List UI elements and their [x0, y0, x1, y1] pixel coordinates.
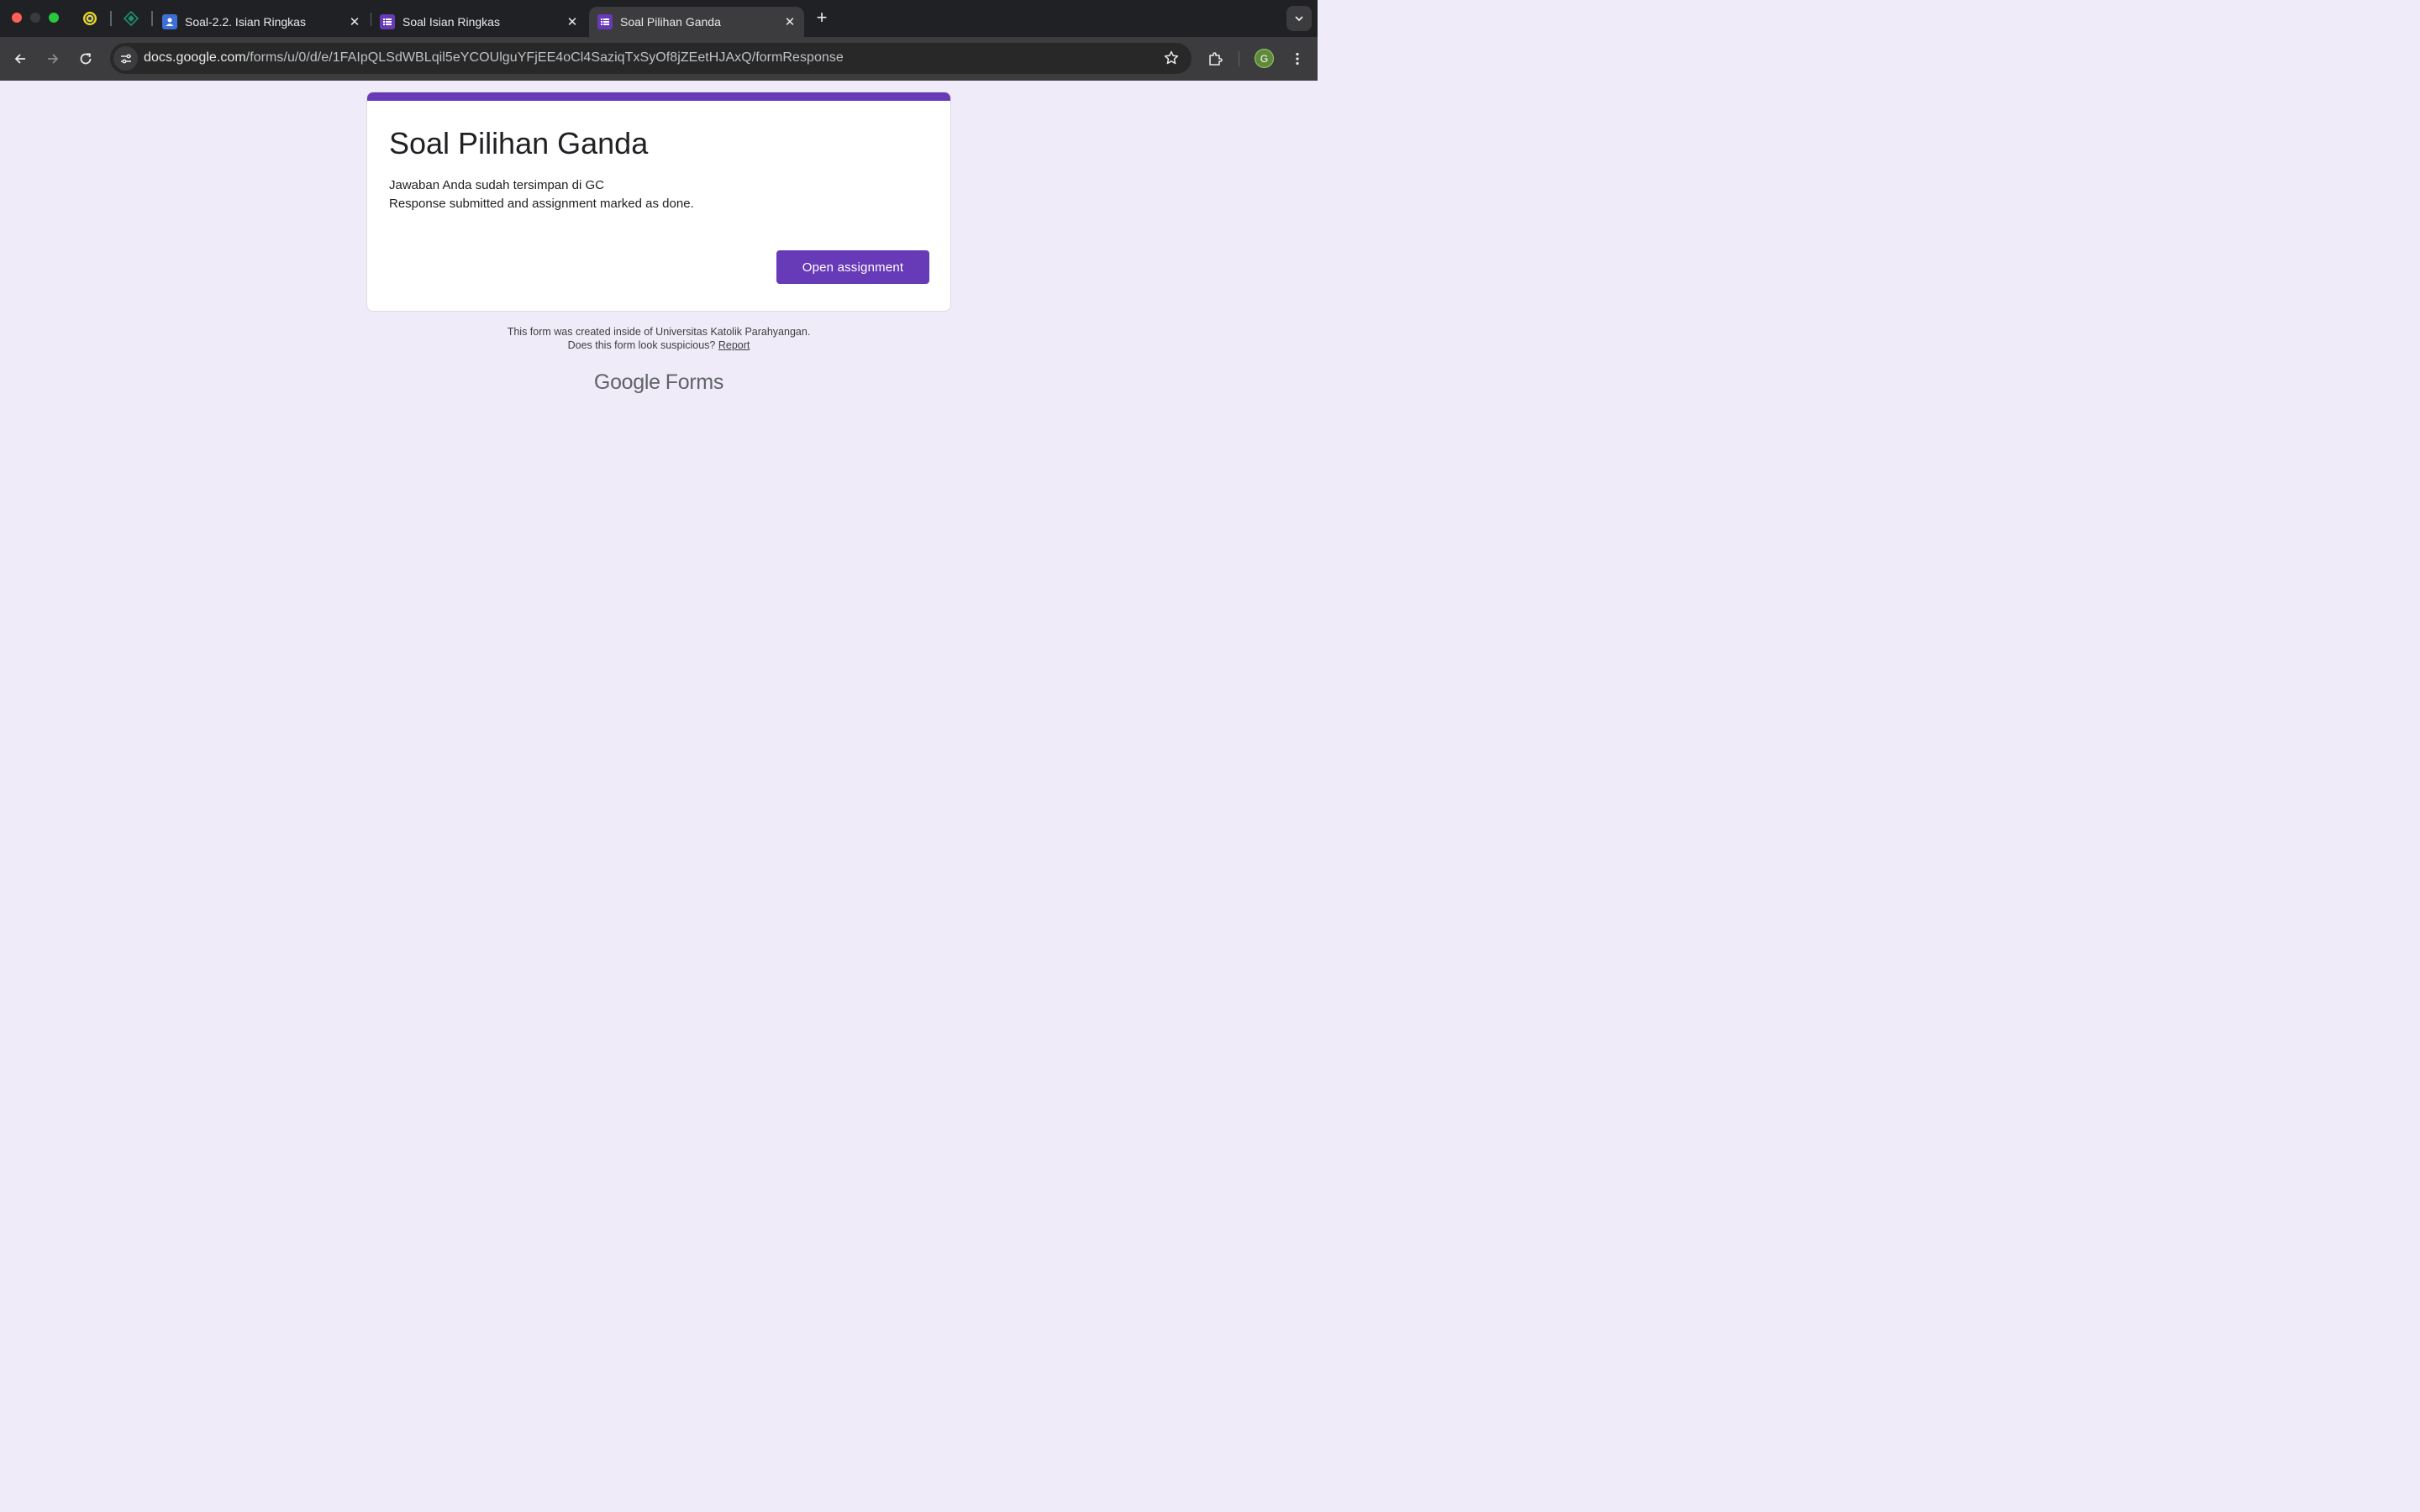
back-button[interactable] — [8, 47, 32, 71]
star-icon — [1164, 50, 1179, 65]
footer-suspicious-text: Does this form look suspicious? — [567, 339, 716, 351]
puzzle-icon — [1209, 52, 1223, 66]
tab-separator — [151, 11, 153, 26]
logo-forms-text: Forms — [665, 370, 724, 394]
confirmation-message-line1: Jawaban Anda sudah tersimpan di GC — [389, 178, 604, 192]
open-assignment-button[interactable]: Open assignment — [776, 250, 929, 284]
form-title: Soal Pilihan Ganda — [389, 126, 649, 160]
classroom-icon — [162, 14, 177, 29]
chevron-down-icon — [1295, 16, 1303, 22]
tune-icon — [120, 53, 131, 64]
tab-search-button[interactable] — [1286, 6, 1312, 31]
logo-google-text: Google — [593, 370, 660, 394]
extensions-button[interactable] — [1203, 47, 1227, 71]
forms-icon — [380, 14, 395, 29]
forms-icon — [597, 14, 613, 29]
profile-avatar[interactable]: G — [1255, 49, 1274, 68]
tab-form-pilihan-ganda[interactable]: Soal Pilihan Ganda ✕ — [589, 7, 804, 37]
tab-close-icon[interactable]: ✕ — [346, 13, 363, 30]
arrow-left-icon — [14, 54, 25, 64]
footer-created-inside: This form was created inside of Universi… — [507, 326, 811, 338]
pinned-tab-app[interactable] — [123, 10, 139, 27]
tab-title: Soal-2.2. Isian Ringkas — [185, 15, 306, 29]
footer-suspicious-line: Does this form look suspicious? Report — [366, 339, 951, 351]
confirmation-card: Soal Pilihan Ganda Jawaban Anda sudah te… — [366, 92, 951, 312]
tab-separator — [110, 11, 112, 26]
window-close-button[interactable] — [12, 13, 22, 23]
url-text[interactable]: docs.google.com/forms/u/0/d/e/1FAIpQLSdW… — [144, 50, 844, 66]
forward-button[interactable] — [41, 47, 65, 71]
report-link[interactable]: Report — [718, 339, 750, 351]
arrow-right-icon — [48, 54, 59, 64]
diamond-logo-icon — [124, 11, 139, 26]
google-forms-logo[interactable]: Google Forms — [366, 370, 951, 395]
new-tab-button[interactable]: + — [812, 8, 832, 29]
tab-title: Soal Pilihan Ganda — [620, 15, 721, 29]
address-bar[interactable]: docs.google.com/forms/u/0/d/e/1FAIpQLSdW… — [110, 43, 1192, 74]
card-accent-bar — [367, 92, 950, 101]
pinned-tab-university[interactable] — [82, 10, 98, 27]
more-vert-icon — [1296, 52, 1299, 66]
tab-close-icon[interactable]: ✕ — [781, 13, 798, 30]
tab-classroom-isian[interactable]: Soal-2.2. Isian Ringkas ✕ — [154, 7, 369, 37]
browser-menu-button[interactable] — [1286, 47, 1309, 71]
reload-button[interactable] — [74, 47, 97, 71]
university-seal-icon — [83, 12, 97, 25]
window-minimize-button[interactable] — [30, 13, 40, 23]
url-host: docs.google.com — [144, 50, 246, 65]
bookmark-button[interactable] — [1163, 50, 1180, 71]
reload-icon — [80, 53, 92, 65]
tab-title: Soal Isian Ringkas — [402, 15, 500, 29]
window-maximize-button[interactable] — [49, 13, 59, 23]
url-path: /forms/u/0/d/e/1FAIpQLSdWBLqil5eYCOUlguY… — [245, 50, 844, 65]
tab-close-icon[interactable]: ✕ — [564, 13, 581, 30]
confirmation-message-line2: Response submitted and assignment marked… — [389, 197, 694, 211]
site-info-button[interactable] — [113, 46, 138, 71]
browser-toolbar: docs.google.com/forms/u/0/d/e/1FAIpQLSdW… — [0, 37, 1318, 81]
browser-tab-bar: Soal-2.2. Isian Ringkas ✕ Soal Isian Rin… — [0, 0, 1318, 37]
tab-form-isian-ringkas[interactable]: Soal Isian Ringkas ✕ — [371, 7, 587, 37]
